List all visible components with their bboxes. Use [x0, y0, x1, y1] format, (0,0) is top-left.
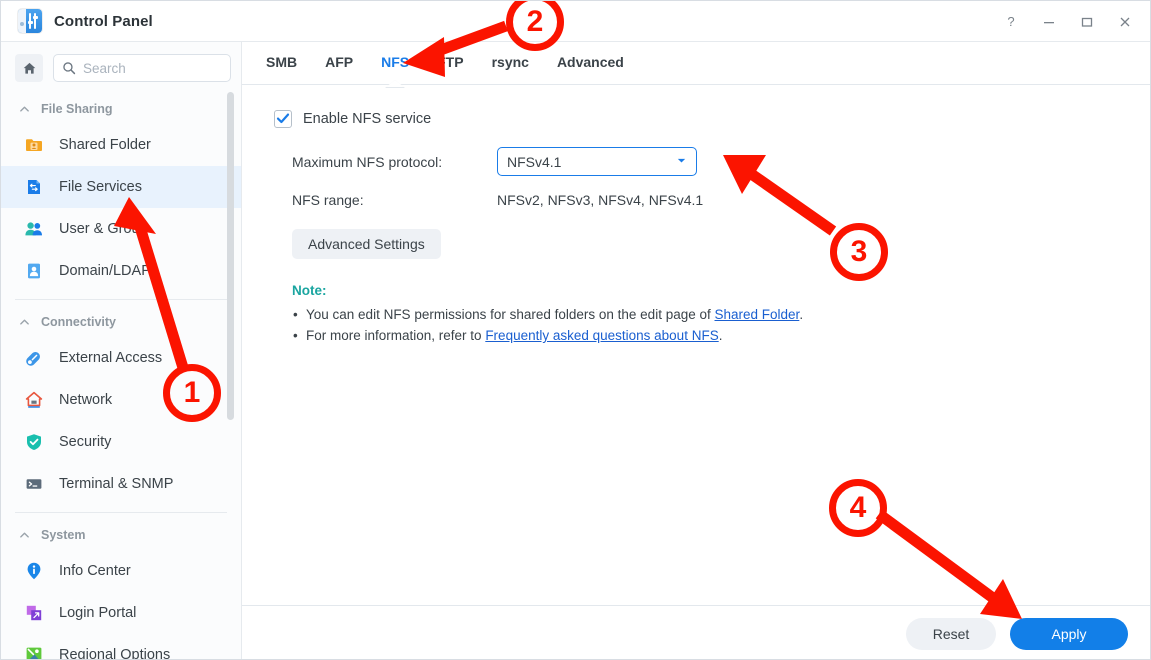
chevron-up-icon: [19, 530, 30, 541]
max-protocol-label: Maximum NFS protocol:: [292, 153, 443, 170]
note-title: Note:: [292, 283, 327, 298]
tab-nfs[interactable]: NFS: [381, 54, 409, 72]
sidebar-group-system[interactable]: System: [1, 520, 241, 550]
sidebar-group-label: System: [41, 528, 86, 542]
shared-folder-link[interactable]: Shared Folder: [715, 307, 800, 322]
note-text-prefix: You can edit NFS permissions for shared …: [306, 307, 715, 322]
note-text-suffix: .: [718, 328, 723, 343]
sidebar-divider: [15, 512, 227, 513]
chevron-up-icon: [19, 104, 30, 115]
control-panel-icon: [18, 9, 42, 33]
search-input[interactable]: Search: [53, 54, 231, 82]
external-access-icon: [23, 347, 45, 369]
sidebar-item-external-access[interactable]: External Access: [1, 337, 241, 379]
sidebar-divider: [15, 299, 227, 300]
title-bar: Control Panel ?: [1, 1, 1150, 42]
shield-icon: [23, 431, 45, 453]
network-icon: [23, 389, 45, 411]
footer-bar: Reset Apply: [242, 605, 1150, 659]
sidebar-item-label: File Services: [59, 179, 142, 195]
note-item: You can edit NFS permissions for shared …: [292, 304, 1150, 325]
sidebar-group-label: File Sharing: [41, 102, 113, 116]
tab-afp[interactable]: AFP: [325, 54, 353, 72]
note-list: You can edit NFS permissions for shared …: [292, 304, 1150, 346]
minimize-button[interactable]: [1030, 5, 1068, 39]
sidebar-item-info-center[interactable]: Info Center: [1, 550, 241, 592]
enable-nfs-label: Enable NFS service: [303, 111, 432, 127]
note-text-prefix: For more information, refer to: [306, 328, 486, 343]
regional-options-icon: [23, 644, 45, 659]
reset-button[interactable]: Reset: [906, 617, 996, 650]
sidebar: Search File Sharing Shared Folder File S…: [1, 42, 242, 660]
chevron-up-icon: [19, 317, 30, 328]
sidebar-search-row: Search: [1, 42, 241, 92]
control-panel-window: Control Panel ? Search File Sharing Shar…: [0, 0, 1151, 660]
note-item: For more information, refer to Frequentl…: [292, 325, 1150, 346]
max-protocol-row: Maximum NFS protocol: NFSv4.1: [274, 147, 1150, 176]
sidebar-item-label: Domain/LDAP: [59, 263, 151, 279]
advanced-settings-button[interactable]: Advanced Settings: [292, 229, 441, 259]
sidebar-scrollbar-thumb[interactable]: [227, 92, 234, 420]
domain-ldap-icon: [23, 260, 45, 282]
sidebar-item-label: Regional Options: [59, 647, 171, 660]
tab-bar: SMB AFP NFS FTP rsync Advanced: [242, 42, 1150, 85]
nfs-range-label: NFS range:: [292, 192, 364, 208]
sidebar-item-domain-ldap[interactable]: Domain/LDAP: [1, 250, 241, 292]
sidebar-nav: File Sharing Shared Folder File Services…: [1, 92, 241, 660]
svg-text:?: ?: [1007, 15, 1014, 29]
tab-advanced[interactable]: Advanced: [557, 54, 624, 72]
enable-nfs-row[interactable]: Enable NFS service: [274, 107, 1150, 131]
apply-button[interactable]: Apply: [1010, 617, 1128, 650]
note-text-suffix: .: [799, 307, 804, 322]
tab-ftp[interactable]: FTP: [437, 54, 463, 72]
sidebar-item-user-group[interactable]: User & Group: [1, 208, 241, 250]
user-group-icon: [23, 218, 45, 240]
info-center-icon: [23, 560, 45, 582]
sidebar-item-security[interactable]: Security: [1, 421, 241, 463]
tab-smb[interactable]: SMB: [266, 54, 297, 72]
window-controls: ?: [992, 1, 1144, 42]
shared-folder-icon: [23, 134, 45, 156]
sidebar-item-label: Terminal & SNMP: [59, 476, 174, 492]
sidebar-item-login-portal[interactable]: Login Portal: [1, 592, 241, 634]
check-icon: [276, 113, 290, 124]
file-services-icon: [23, 176, 45, 198]
login-portal-icon: [23, 602, 45, 624]
nfs-settings-panel: Enable NFS service Maximum NFS protocol:…: [242, 85, 1150, 346]
sidebar-item-label: User & Group: [59, 221, 148, 237]
sidebar-group-connectivity[interactable]: Connectivity: [1, 307, 241, 337]
window-title: Control Panel: [54, 12, 153, 30]
search-placeholder: Search: [83, 60, 126, 76]
max-protocol-select[interactable]: NFSv4.1: [497, 147, 697, 176]
help-button[interactable]: ?: [992, 5, 1030, 39]
main-content: SMB AFP NFS FTP rsync Advanced Enable NF…: [242, 42, 1150, 659]
sidebar-item-label: Security: [59, 434, 112, 450]
search-icon: [63, 62, 76, 75]
maximize-button[interactable]: [1068, 5, 1106, 39]
chevron-down-icon: [676, 153, 687, 171]
close-button[interactable]: [1106, 5, 1144, 39]
max-protocol-value: NFSv4.1: [507, 153, 562, 170]
nfs-faq-link[interactable]: Frequently asked questions about NFS: [485, 328, 718, 343]
nfs-range-value: NFSv2, NFSv3, NFSv4, NFSv4.1: [497, 192, 704, 208]
sidebar-group-file-sharing[interactable]: File Sharing: [1, 94, 241, 124]
sidebar-item-regional-options[interactable]: Regional Options: [1, 634, 241, 660]
sidebar-item-label: Shared Folder: [59, 137, 151, 153]
enable-nfs-checkbox[interactable]: [274, 110, 292, 128]
sidebar-item-label: External Access: [59, 350, 163, 366]
sidebar-item-label: Info Center: [59, 563, 131, 579]
tab-rsync[interactable]: rsync: [492, 54, 529, 72]
home-icon: [23, 62, 35, 74]
terminal-snmp-icon: [23, 473, 45, 495]
sidebar-item-terminal-snmp[interactable]: Terminal & SNMP: [1, 463, 241, 505]
sidebar-item-file-services[interactable]: File Services: [1, 166, 241, 208]
nfs-range-row: NFS range: NFSv2, NFSv3, NFSv4, NFSv4.1: [274, 192, 1150, 208]
sidebar-scrollbar[interactable]: [227, 46, 234, 656]
sidebar-group-label: Connectivity: [41, 315, 117, 329]
sidebar-item-network[interactable]: Network: [1, 379, 241, 421]
home-button[interactable]: [15, 54, 43, 82]
sidebar-item-label: Login Portal: [59, 605, 137, 621]
sidebar-item-label: Network: [59, 392, 113, 408]
sidebar-item-shared-folder[interactable]: Shared Folder: [1, 124, 241, 166]
